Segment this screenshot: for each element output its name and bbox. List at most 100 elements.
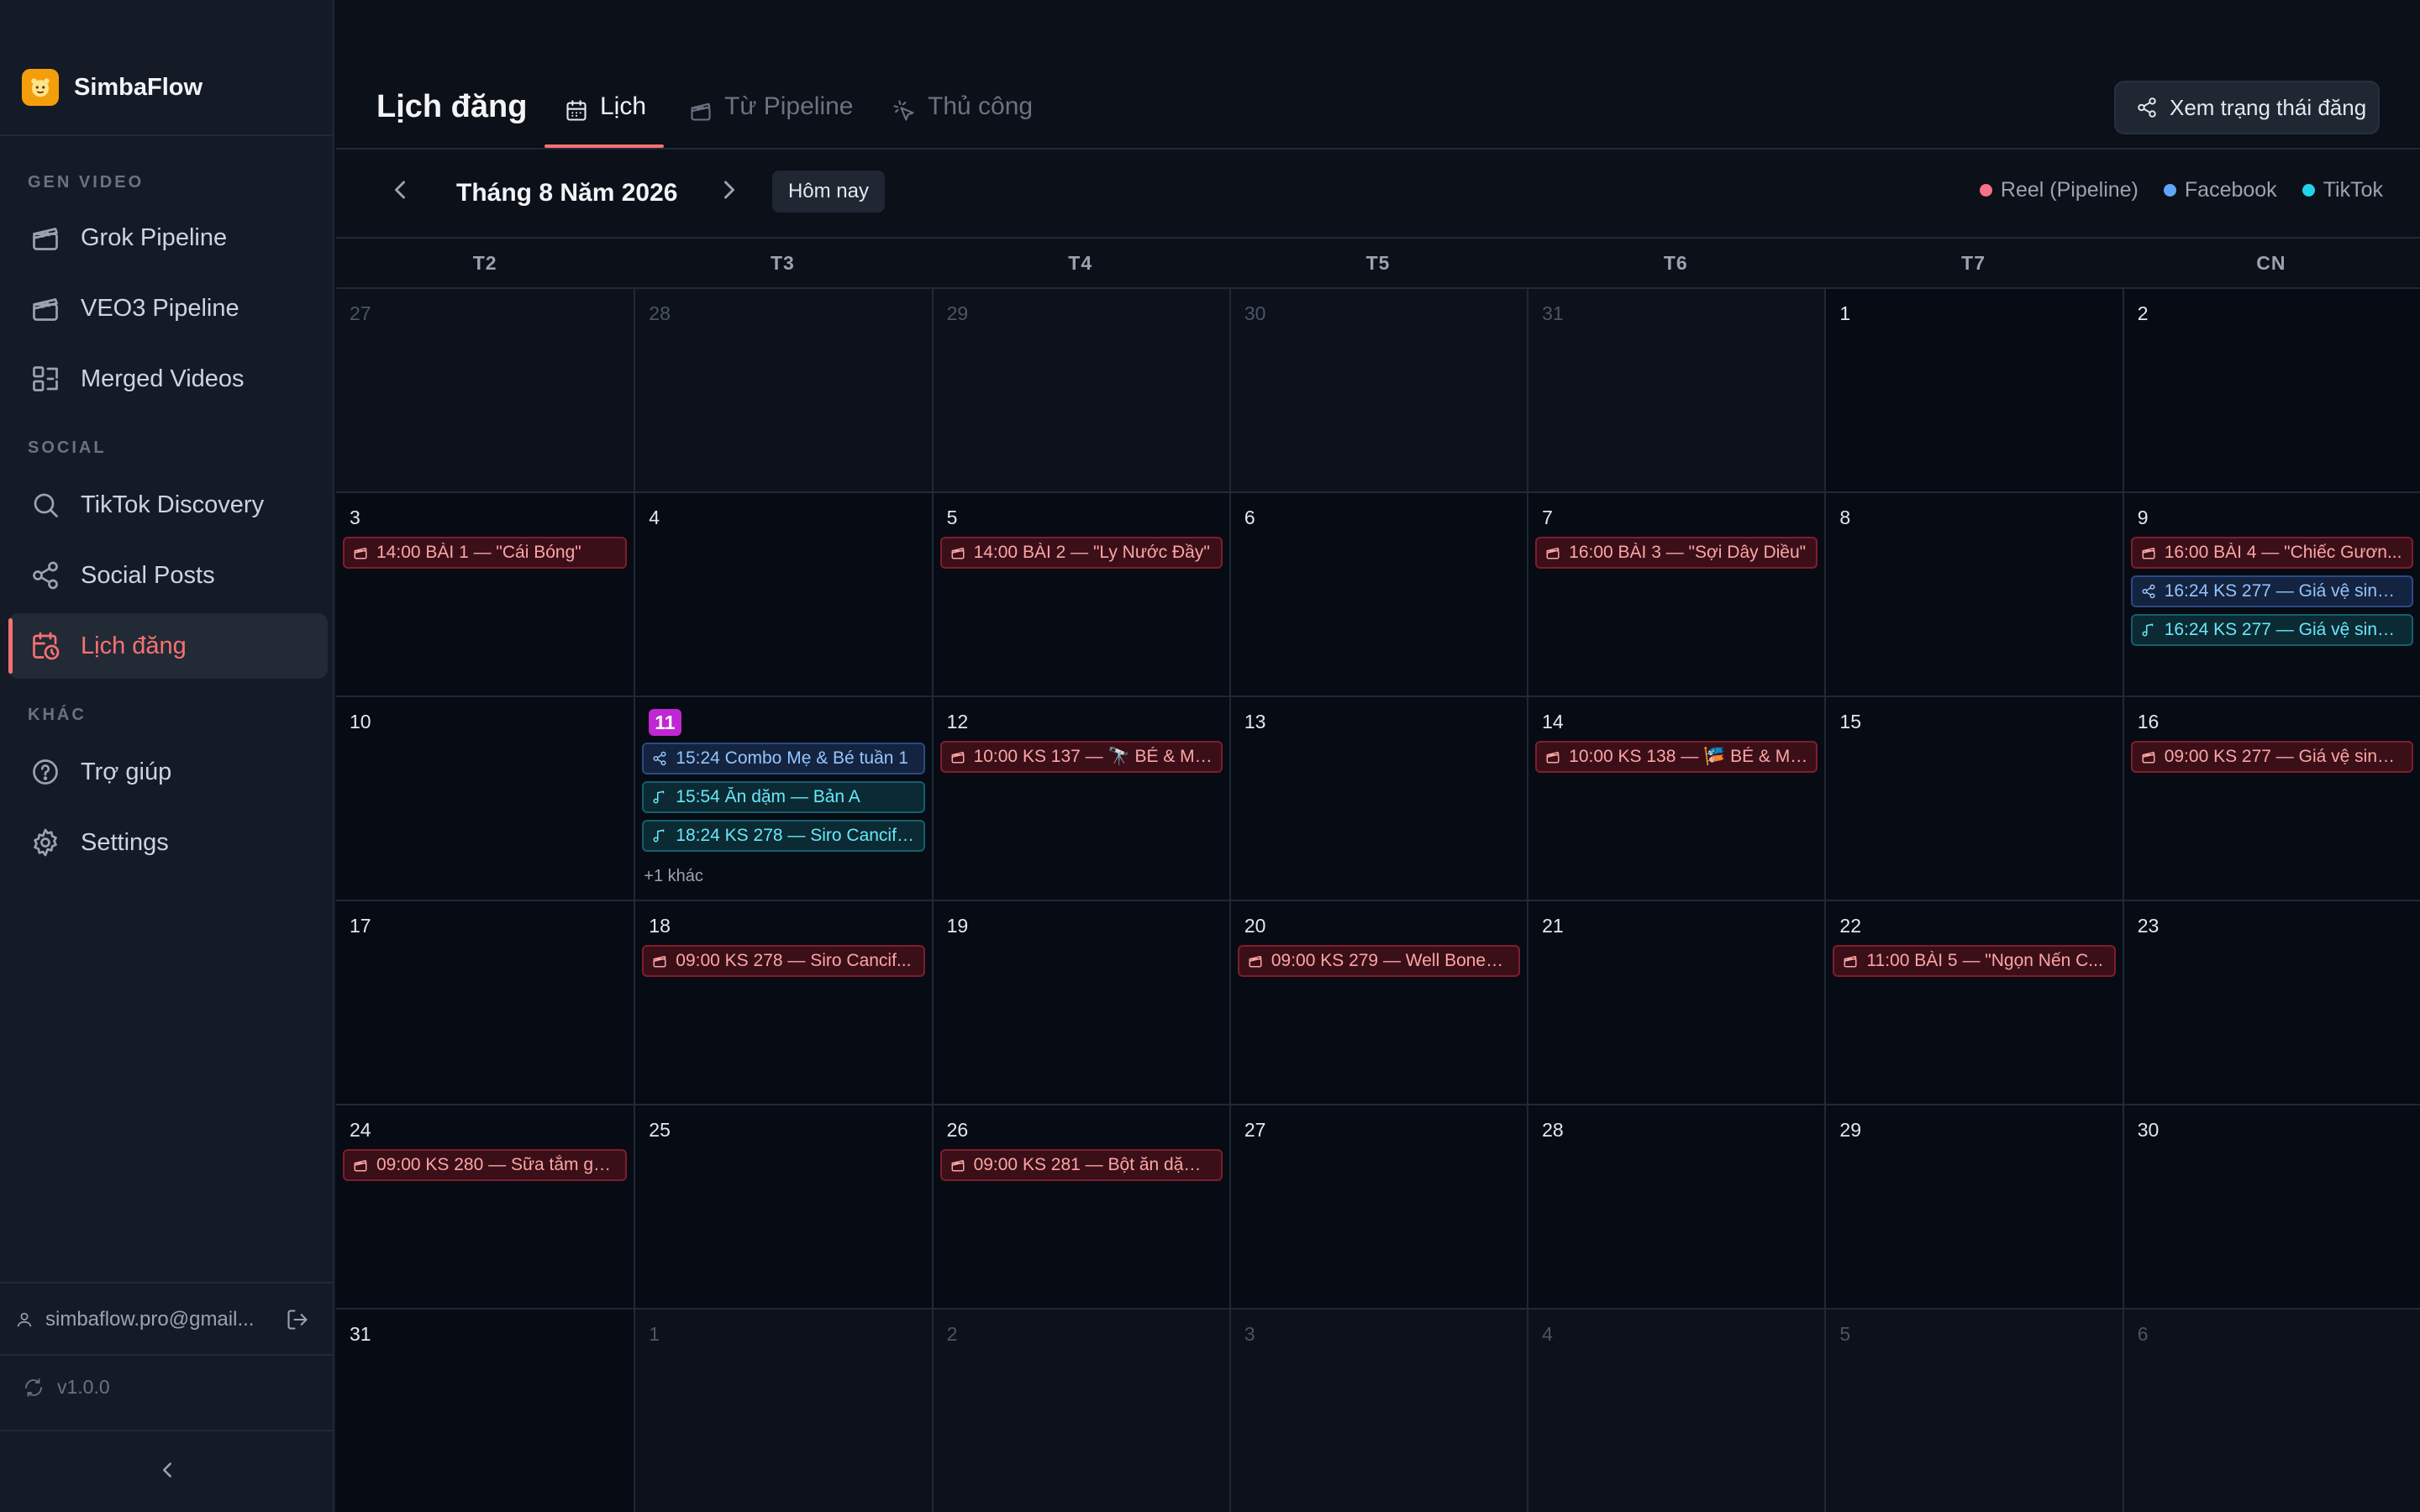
day-number: 31 bbox=[1542, 302, 1564, 324]
sidebar-item-settings[interactable]: Settings bbox=[8, 810, 328, 875]
today-day-number: 11 bbox=[649, 709, 681, 736]
calendar-day-cell[interactable]: 4 bbox=[634, 491, 932, 696]
share-icon bbox=[2138, 97, 2156, 118]
calendar-day-cell[interactable]: 26 09:00 KS 281 — Bột ăn dặm ... bbox=[931, 1104, 1229, 1308]
scheduled-post-tiktok[interactable]: 16:24 KS 277 — Giá vệ sinh ... bbox=[2130, 614, 2413, 646]
calendar-day-cell[interactable]: 23 bbox=[2122, 900, 2420, 1104]
calendar-day-cell[interactable]: 6 bbox=[2122, 1308, 2420, 1512]
tab-lich[interactable]: Lịch bbox=[565, 92, 646, 148]
calendar-day-cell[interactable]: 17 bbox=[336, 900, 634, 1104]
calendar-day-cell[interactable]: 11 15:24 Combo Mẹ & Bé tuần 1 15:54 Ăn dặm… bbox=[634, 696, 932, 900]
day-number: 27 bbox=[1244, 1119, 1266, 1141]
brand[interactable]: SimbaFlow bbox=[22, 69, 203, 106]
calendar-day-cell[interactable]: 19 bbox=[931, 900, 1229, 1104]
logout-icon[interactable] bbox=[286, 1308, 309, 1331]
scheduled-post-reel[interactable]: 16:00 BÀI 3 — "Sợi Dây Diều" bbox=[1535, 537, 1818, 569]
calendar-day-cell[interactable]: 27 bbox=[336, 287, 634, 491]
calendar-day-cell[interactable]: 16 09:00 KS 277 — Giá vệ sinh ... bbox=[2122, 696, 2420, 900]
day-number: 20 bbox=[1244, 915, 1266, 937]
day-number: 29 bbox=[946, 302, 969, 324]
sidebar-item-help[interactable]: Trợ giúp bbox=[8, 739, 328, 805]
post-title: 14:00 BÀI 1 — "Cái Bóng" bbox=[376, 543, 581, 562]
scheduled-post-reel[interactable]: 10:00 KS 138 — 🎏 BÉ & MÍT ... bbox=[1535, 741, 1818, 773]
clapperboard-icon bbox=[2142, 548, 2155, 559]
calendar-day-cell[interactable]: 1 bbox=[1824, 287, 2123, 491]
view-post-status-button[interactable]: Xem trạng thái đăng bbox=[2114, 81, 2380, 134]
calendar-day-cell[interactable]: 2 bbox=[2122, 287, 2420, 491]
sidebar-item-social-posts[interactable]: Social Posts bbox=[8, 543, 328, 608]
refresh-icon[interactable] bbox=[24, 1378, 44, 1398]
day-number: 28 bbox=[1542, 1119, 1564, 1141]
scheduled-post-facebook[interactable]: 15:24 Combo Mẹ & Bé tuần 1 bbox=[642, 743, 925, 774]
calendar-day-cell[interactable]: 8 bbox=[1824, 491, 2123, 696]
calendar-day-cell[interactable]: 2 bbox=[931, 1308, 1229, 1512]
weekday-label: T2 bbox=[472, 251, 497, 274]
merge-icon bbox=[33, 366, 58, 391]
legend-dot bbox=[2163, 184, 2176, 197]
prev-month-chevron-left-icon[interactable] bbox=[385, 175, 415, 205]
calendar-day-cell[interactable]: 29 bbox=[1824, 1104, 2123, 1308]
calendar-day-cell[interactable]: 20 09:00 KS 279 — Well Bone+... bbox=[1228, 900, 1528, 1104]
day-number: 9 bbox=[2137, 507, 2149, 528]
calendar-day-cell[interactable]: 18 09:00 KS 278 — Siro Cancif... bbox=[634, 900, 932, 1104]
collapse-sidebar-chevron-left-icon[interactable] bbox=[155, 1457, 180, 1483]
calendar-day-cell[interactable]: 28 bbox=[634, 287, 932, 491]
sidebar-item-merged-videos[interactable]: Merged Videos bbox=[8, 346, 328, 412]
sidebar-item-tiktok-discovery[interactable]: TikTok Discovery bbox=[8, 472, 328, 538]
calendar-day-cell[interactable]: 10 bbox=[336, 696, 634, 900]
calendar-day-cell[interactable]: 15 bbox=[1824, 696, 2123, 900]
calendar-day-cell[interactable]: 21 bbox=[1527, 900, 1825, 1104]
tab-tu-pipeline[interactable]: Từ Pipeline bbox=[689, 92, 854, 148]
next-month-chevron-right-icon[interactable] bbox=[714, 175, 744, 205]
calendar-day-cell[interactable]: 1 bbox=[634, 1308, 932, 1512]
calendar-day-cell[interactable]: 9 16:00 BÀI 4 — "Chiếc Gươn... 16:24 KS 27… bbox=[2122, 491, 2420, 696]
calendar-day-cell[interactable]: 29 bbox=[931, 287, 1229, 491]
calendar-day-cell[interactable]: 13 bbox=[1228, 696, 1528, 900]
clapperboard-icon bbox=[33, 298, 58, 321]
calendar-day-cell[interactable]: 6 bbox=[1228, 491, 1528, 696]
scheduled-post-reel[interactable]: 09:00 KS 281 — Bột ăn dặm ... bbox=[939, 1149, 1223, 1181]
calendar-day-cell[interactable]: 5 14:00 BÀI 2 — "Ly Nước Đầy" bbox=[931, 491, 1229, 696]
calendar-day-cell[interactable]: 25 bbox=[634, 1104, 932, 1308]
scheduled-post-reel[interactable]: 09:00 KS 279 — Well Bone+... bbox=[1237, 945, 1521, 977]
clapperboard-icon bbox=[1249, 956, 1262, 968]
simba-logo-icon bbox=[22, 69, 59, 106]
calendar-day-cell[interactable]: 7 16:00 BÀI 3 — "Sợi Dây Diều" bbox=[1527, 491, 1825, 696]
scheduled-post-reel[interactable]: 14:00 BÀI 2 — "Ly Nước Đầy" bbox=[939, 537, 1223, 569]
scheduled-post-reel[interactable]: 09:00 KS 277 — Giá vệ sinh ... bbox=[2130, 741, 2413, 773]
scheduled-post-reel[interactable]: 16:00 BÀI 4 — "Chiếc Gươn... bbox=[2130, 537, 2413, 569]
calendar-day-cell[interactable]: 31 bbox=[336, 1308, 634, 1512]
calendar-day-cell[interactable]: 28 bbox=[1527, 1104, 1825, 1308]
more-events-link[interactable]: +1 khác bbox=[642, 867, 924, 886]
scheduled-post-reel[interactable]: 10:00 KS 137 — 🔭 BÉ & MÍT ... bbox=[939, 741, 1223, 773]
calendar-day-cell[interactable]: 22 11:00 BÀI 5 — "Ngọn Nến C... bbox=[1824, 900, 2123, 1104]
sidebar-item-grok-pipeline[interactable]: Grok Pipeline bbox=[8, 205, 328, 270]
sidebar-item-veo3-pipeline[interactable]: VEO3 Pipeline bbox=[8, 276, 328, 341]
music-note-icon bbox=[653, 829, 665, 843]
today-button[interactable]: Hôm nay bbox=[772, 171, 885, 213]
scheduled-post-reel[interactable]: 14:00 BÀI 1 — "Cái Bóng" bbox=[343, 537, 628, 569]
calendar-day-cell[interactable]: 4 bbox=[1527, 1308, 1825, 1512]
calendar-icon bbox=[566, 100, 587, 121]
calendar-day-cell[interactable]: 3 bbox=[1228, 1308, 1528, 1512]
calendar-day-cell[interactable]: 31 bbox=[1527, 287, 1825, 491]
scheduled-post-reel[interactable]: 09:00 KS 280 — Sữa tắm gộ... bbox=[343, 1149, 628, 1181]
calendar-day-cell[interactable]: 14 10:00 KS 138 — 🎏 BÉ & MÍT ... bbox=[1527, 696, 1825, 900]
calendar-day-cell[interactable]: 3 14:00 BÀI 1 — "Cái Bóng" bbox=[336, 491, 634, 696]
calendar-day-cell[interactable]: 30 bbox=[2122, 1104, 2420, 1308]
calendar-day-cell[interactable]: 12 10:00 KS 137 — 🔭 BÉ & MÍT ... bbox=[931, 696, 1229, 900]
sidebar-item-lich-dang[interactable]: Lịch đăng bbox=[8, 613, 328, 679]
scheduled-post-reel[interactable]: 09:00 KS 278 — Siro Cancif... bbox=[642, 945, 925, 977]
clapperboard-icon bbox=[951, 1160, 965, 1172]
scheduled-post-tiktok[interactable]: 18:24 KS 278 — Siro Cancifo... bbox=[642, 820, 925, 852]
scheduled-post-reel[interactable]: 11:00 BÀI 5 — "Ngọn Nến C... bbox=[1833, 945, 2116, 977]
calendar-day-cell[interactable]: 30 bbox=[1228, 287, 1528, 491]
calendar-day-cell[interactable]: 5 bbox=[1824, 1308, 2123, 1512]
post-title: 09:00 KS 281 — Bột ăn dặm ... bbox=[973, 1155, 1213, 1174]
scheduled-post-facebook[interactable]: 16:24 KS 277 — Giá vệ sinh ... bbox=[2130, 575, 2413, 607]
tab-thu-cong[interactable]: Thủ công bbox=[892, 92, 1033, 148]
calendar-day-cell[interactable]: 24 09:00 KS 280 — Sữa tắm gộ... bbox=[336, 1104, 634, 1308]
calendar-day-cell[interactable]: 27 bbox=[1228, 1104, 1528, 1308]
day-number: 12 bbox=[946, 711, 969, 732]
scheduled-post-tiktok[interactable]: 15:54 Ăn dặm — Bản A bbox=[642, 781, 925, 813]
